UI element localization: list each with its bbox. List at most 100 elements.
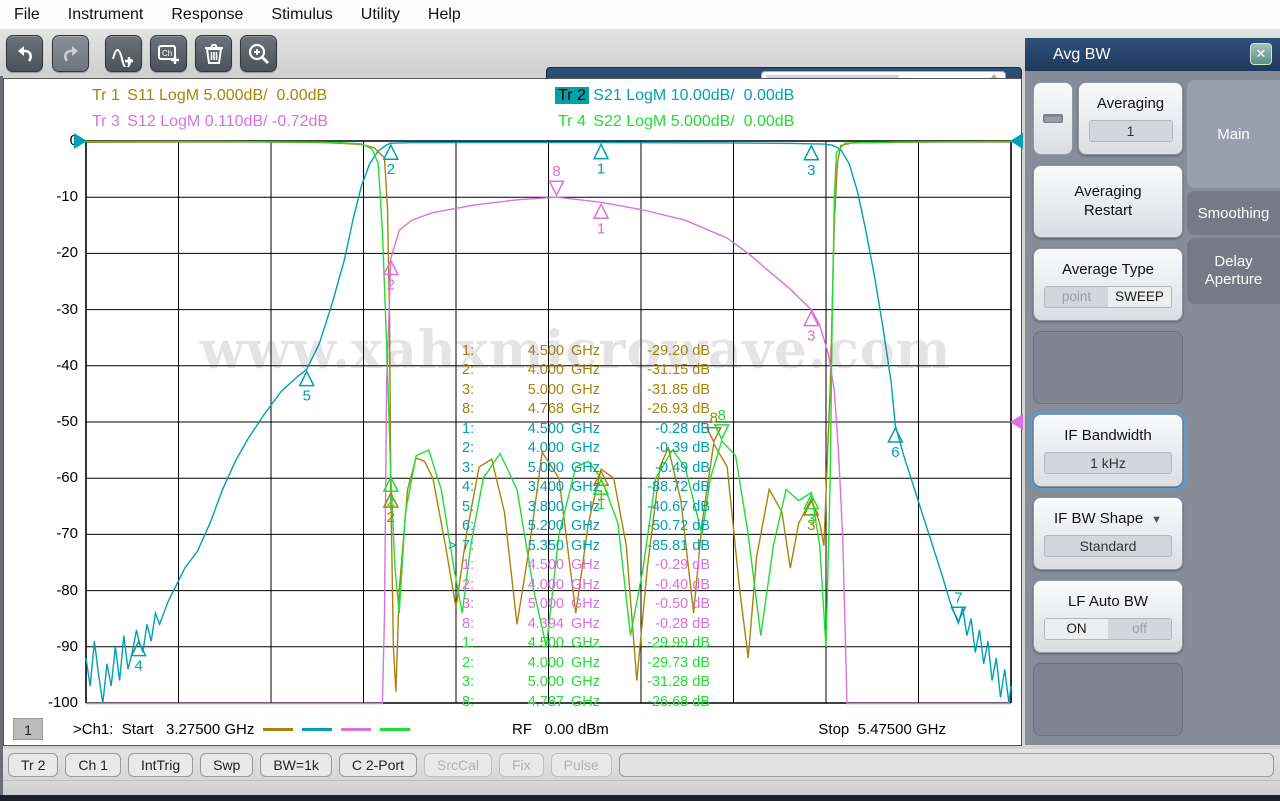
lf-auto-bw-off-option[interactable]: off [1108,619,1171,640]
softkey-panel-avg-bw: Avg BW ✕ Main Smoothing Delay Aperture A… [1025,38,1280,745]
if-bw-shape-softkey[interactable]: IF BW Shape ▼ Standard [1033,497,1183,570]
led-indicator-icon [1043,114,1063,123]
menu-item-help[interactable]: Help [414,2,475,28]
close-icon: ✕ [1255,46,1267,61]
status-field-fix: Fix [499,752,544,777]
channel-window: Tr 1 S11 LogM 5.000dB/ 0.00dB Tr 2 S21 Lo… [3,78,1023,746]
marker-row: 5: 3.800 GHz -40.67 dB [462,498,710,515]
status-field-ch-1[interactable]: Ch 1 [65,752,121,777]
marker-1[interactable]: 1 [592,142,610,178]
status-field-bw-1k[interactable]: BW=1k [260,752,332,777]
menu-bar: File Instrument Response Stimulus Utility Hel… [0,0,1280,30]
status-field-swp[interactable]: Swp [200,752,254,777]
menu-item-response[interactable]: Response [157,2,257,28]
tab-main[interactable]: Main [1187,80,1280,188]
menu-item-stimulus[interactable]: Stimulus [257,2,346,28]
marker-row: 2: 4.000 GHz -31.15 dB [462,362,710,379]
trace-swatch [341,728,372,732]
lf-auto-bw-on-option[interactable]: ON [1045,619,1108,640]
if-bandwidth-value: 1 kHz [1044,452,1172,475]
empty-softkey [1033,663,1183,736]
averaging-value: 1 [1088,120,1173,143]
average-type-segmented[interactable]: point SWEEP [1044,286,1172,309]
status-field-c-2-port[interactable]: C 2-Port [338,752,417,777]
marker-row: 2: 4.000 GHz -29.73 dB [462,654,710,671]
marker-8[interactable]: 8 [548,163,565,197]
tab-delay-aperture[interactable]: Delay Aperture [1187,238,1280,304]
svg-text:6: 6 [891,444,899,461]
delete-button[interactable] [195,35,232,72]
rf-power-text: RF 0.00 dBm [512,720,609,738]
marker-1[interactable]: 1 [592,202,610,237]
window-frame [0,795,1280,801]
marker-row: >7: 5.350 GHz -85.81 dB [448,537,710,554]
marker-row: 1: 4.500 GHz -29.99 dB [462,635,710,652]
marker-readout-table: 1: 4.500 GHz -29.20 dB 2: 4.000 GHz -31.15 dB 3:… [448,341,710,712]
status-field-tr-2[interactable]: Tr 2 [8,752,59,777]
marker-5[interactable]: 5 [298,369,315,405]
menu-item-file[interactable]: File [0,2,54,28]
average-type-sweep-option[interactable]: SWEEP [1108,287,1171,308]
trace-color-swatches [254,721,411,738]
chevron-down-icon: ▼ [1151,513,1163,526]
undo-button[interactable] [6,35,43,72]
marker-row: 6: 5.200 GHz -50.72 dB [462,518,710,535]
y-tick-label: -80 [56,581,78,599]
status-field-inttrig[interactable]: IntTrig [127,752,194,777]
marker-row: 8: 4.787 GHz -26.68 dB [462,693,710,710]
svg-text:8: 8 [718,407,726,424]
svg-text:2: 2 [387,277,395,294]
marker-row: 4: 3.400 GHz -88.72 dB [462,479,710,496]
y-tick-label: -70 [56,525,78,543]
if-bandwidth-softkey[interactable]: IF Bandwidth 1 kHz [1030,411,1186,490]
marker-2[interactable]: 2 [382,143,400,178]
channel-status-bar: 1 >Ch1: Start 3.27500 GHz RF 0.00 dBm St… [4,713,1021,745]
add-channel-button[interactable]: Ch [150,35,187,72]
marker-3[interactable]: 3 [803,144,820,179]
tab-smoothing[interactable]: Smoothing [1187,191,1280,235]
y-tick-label: -40 [56,356,78,374]
svg-text:5: 5 [303,388,311,405]
add-channel-icon: Ch [157,44,179,64]
ref-level-arrow[interactable] [1010,133,1023,149]
lf-auto-bw-softkey[interactable]: LF Auto BW ON off [1033,580,1183,653]
undo-icon [17,45,32,62]
averaging-restart-softkey[interactable]: Averaging Restart [1033,165,1183,238]
average-type-point-option[interactable]: point [1045,287,1108,308]
marker-row: 8: 4.768 GHz -26.93 dB [462,401,710,418]
marker-row: 2: 4.000 GHz -0.39 dB [462,440,710,457]
marker-3[interactable]: 3 [803,309,820,345]
panel-close-button[interactable]: ✕ [1250,43,1272,65]
add-trace-button[interactable] [105,35,142,72]
marker-row: 8: 4.394 GHz -0.28 dB [462,615,710,632]
menu-item-instrument[interactable]: Instrument [54,2,158,28]
ref-level-arrow[interactable] [1010,414,1023,430]
trace-swatch [302,728,333,732]
svg-text:1: 1 [597,220,605,237]
marker-row: 3: 5.000 GHz -0.49 dB [462,459,710,476]
marker-row: 2: 4.000 GHz -0.40 dB [462,576,710,593]
svg-text:3: 3 [807,162,815,179]
svg-text:2: 2 [387,509,395,526]
svg-text:2: 2 [387,161,395,178]
channel-number-badge[interactable]: 1 [13,718,43,740]
stimulus-start-text: >Ch1: Start 3.27500 GHz [73,720,255,738]
y-tick-label: -10 [56,188,78,206]
vna-application-window: File Instrument Response Stimulus Utility Hel… [0,0,1280,801]
averaging-softkey[interactable]: Averaging 1 [1078,82,1183,155]
status-field-empty [618,752,1274,777]
svg-text:4: 4 [134,658,142,675]
lf-auto-bw-segmented[interactable]: ON off [1044,618,1172,641]
svg-text:7: 7 [954,589,962,606]
average-type-softkey[interactable]: Average Type point SWEEP [1033,248,1183,321]
stimulus-stop-text: Stop 5.47500 GHz [818,720,946,738]
menu-item-utility[interactable]: Utility [347,2,414,28]
averaging-toggle-button[interactable] [1033,82,1073,155]
trace-header-tr2[interactable]: Tr 2 S21 LogM 10.00dB/ 0.00dB [555,87,794,105]
trace-header-tr4[interactable]: Tr 4 S22 LogM 5.000dB/ 0.00dB [555,113,794,131]
trace-header-tr1[interactable]: Tr 1 S11 LogM 5.000dB/ 0.00dB [89,87,327,105]
ref-level-arrow[interactable] [74,133,87,149]
zoom-button[interactable] [240,35,277,72]
svg-text:2: 2 [387,493,395,510]
trace-header-tr3[interactable]: Tr 3 S12 LogM 0.110dB/ -0.72dB [89,113,328,131]
